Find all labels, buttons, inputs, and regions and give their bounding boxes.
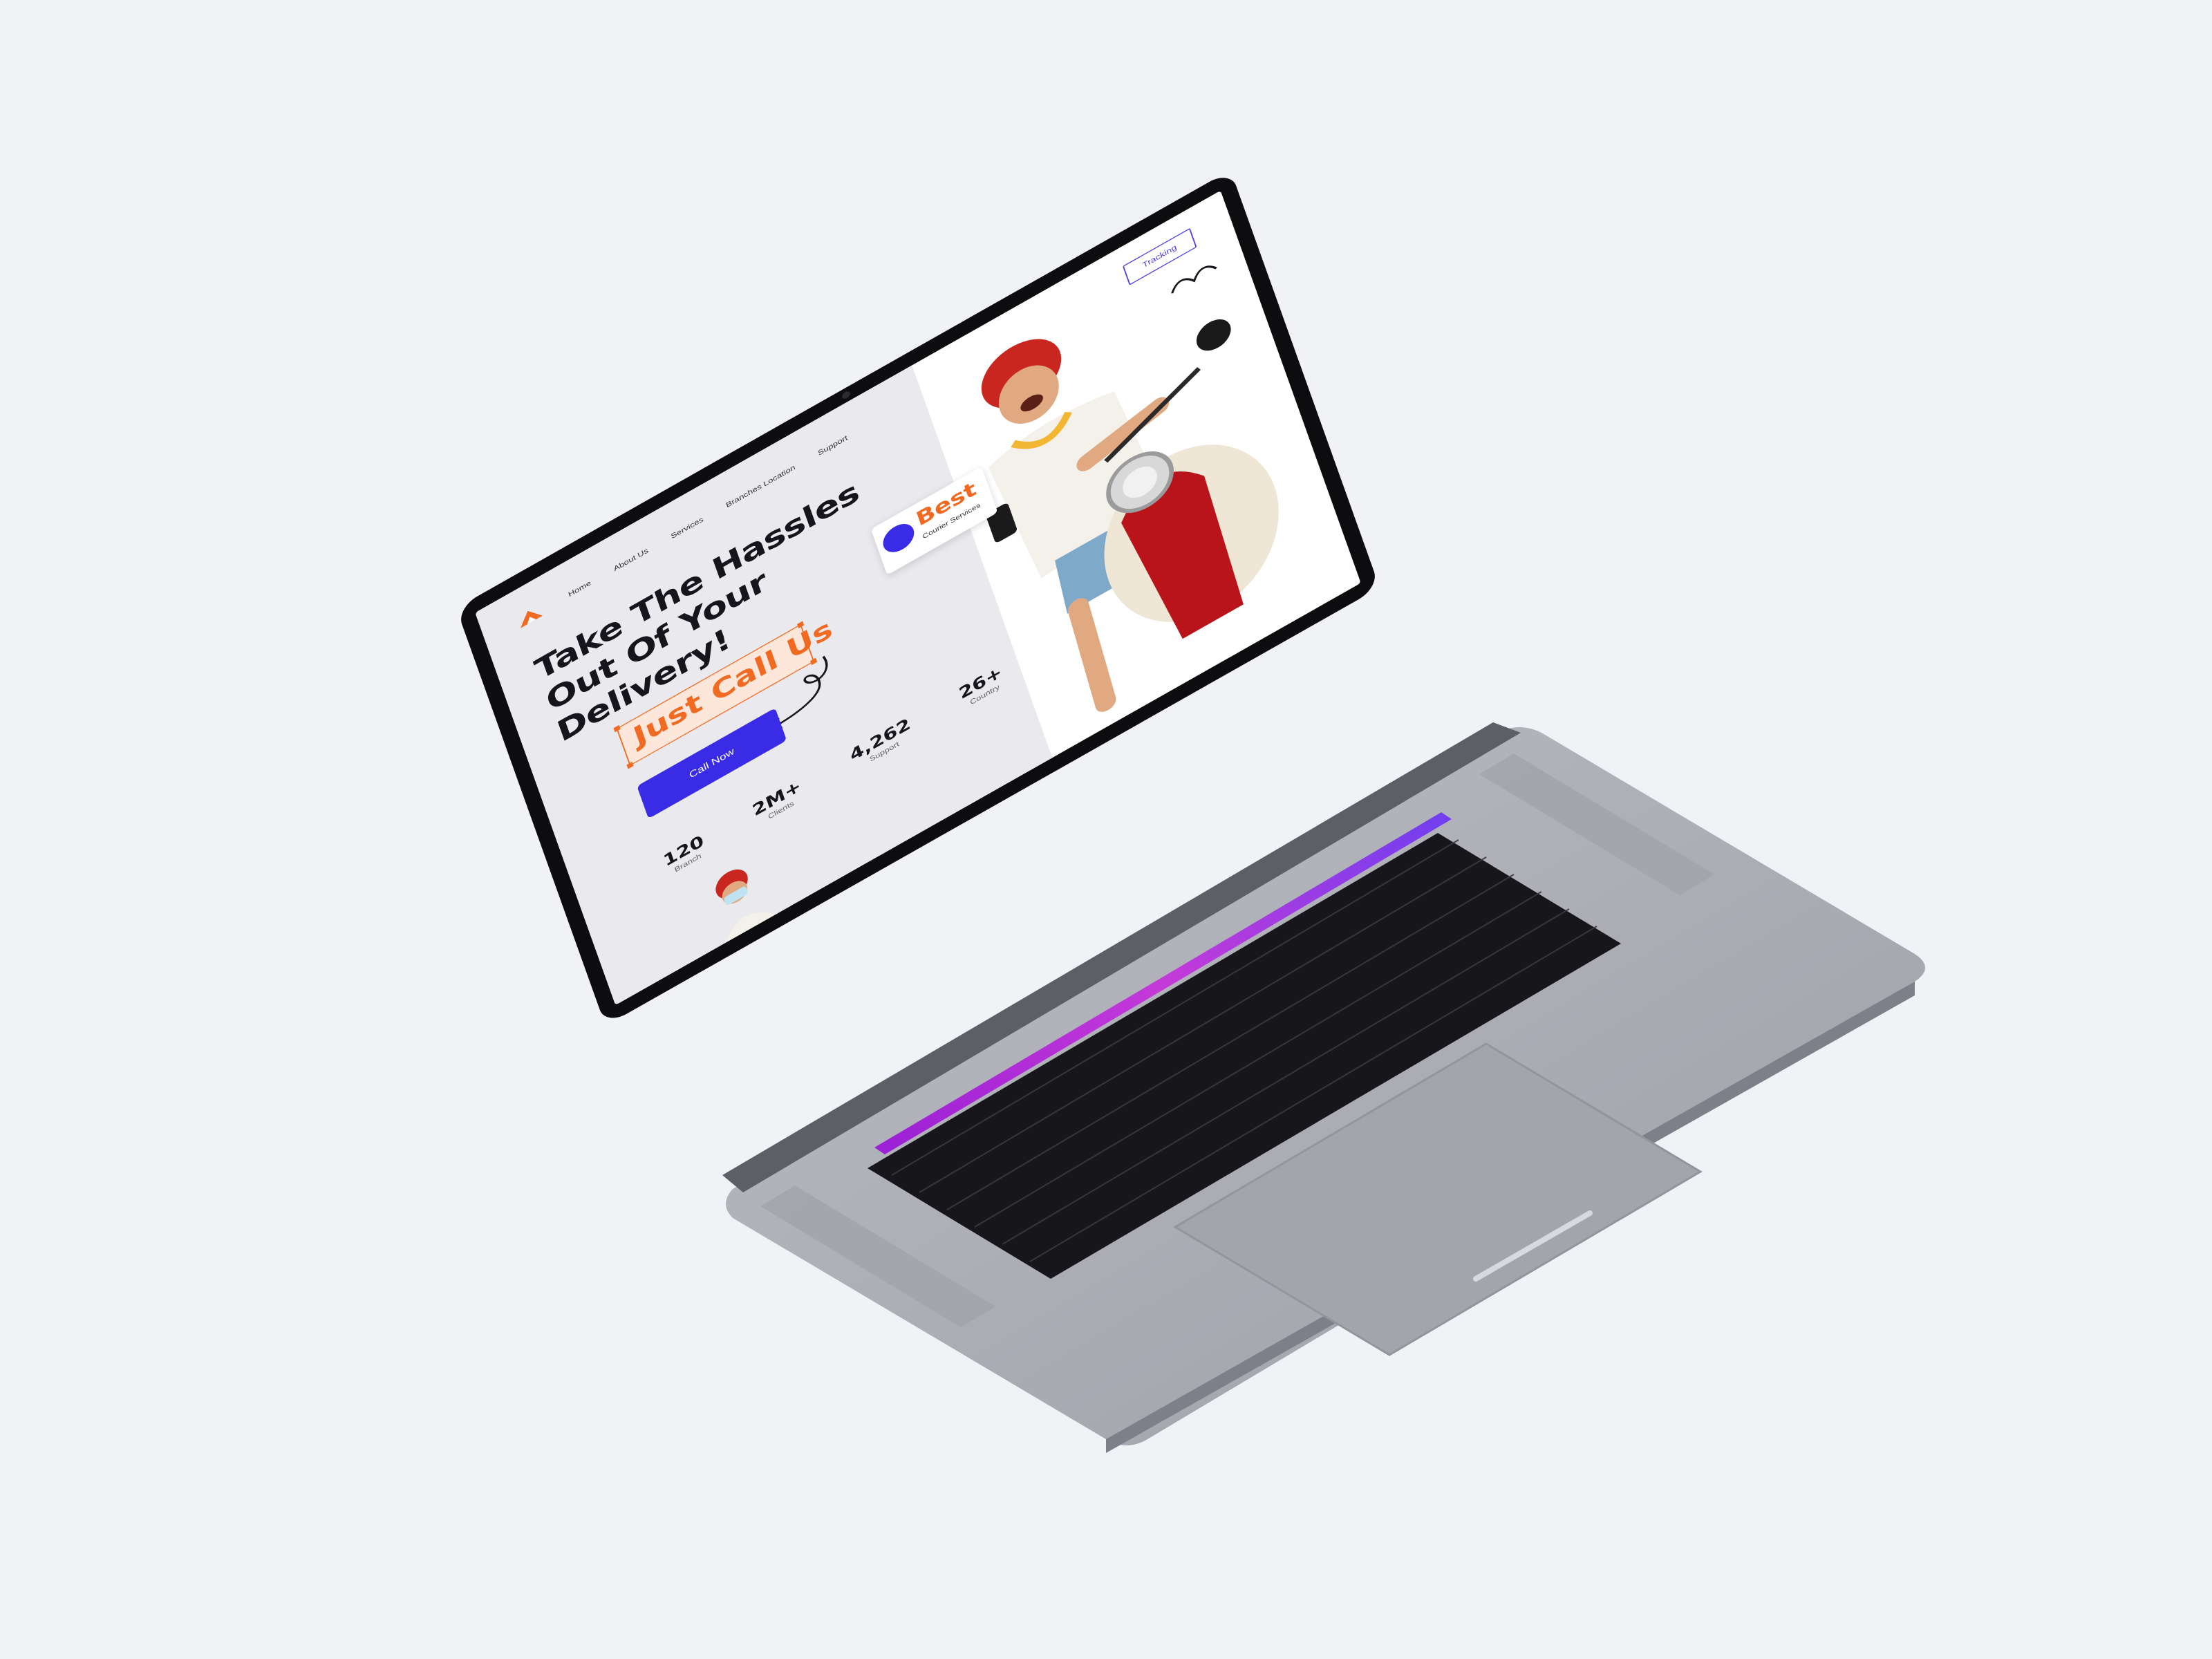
webcam (841, 390, 852, 400)
laptop-mockup-scene: Home About Us Services Branches Location… (0, 0, 2212, 1659)
medal-icon (879, 518, 918, 558)
